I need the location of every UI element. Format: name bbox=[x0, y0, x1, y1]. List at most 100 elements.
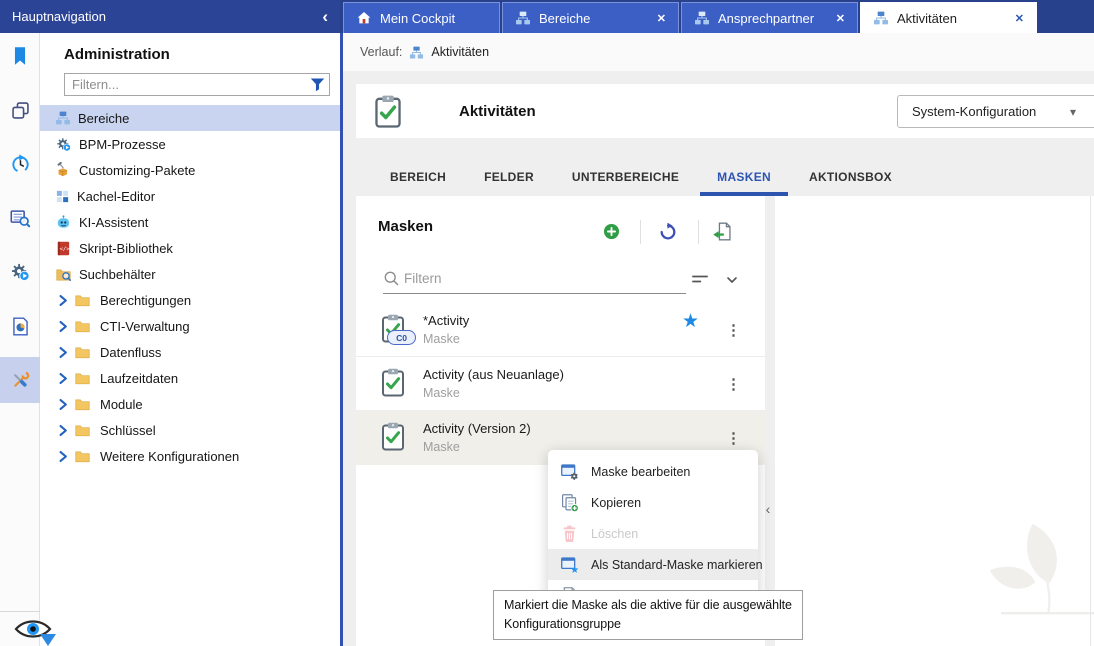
import-maske-button[interactable] bbox=[712, 221, 733, 242]
rail-admin-tools-button[interactable] bbox=[0, 357, 40, 403]
refresh-button[interactable] bbox=[658, 222, 678, 242]
chevron-down-icon bbox=[724, 272, 740, 288]
tab-aktivitaeten[interactable]: Aktivitäten ✕ bbox=[860, 2, 1037, 33]
sidebar-item-kachel-editor[interactable]: Kachel-Editor bbox=[40, 183, 340, 209]
sidebar-item-customizing-pakete[interactable]: Customizing-Pakete bbox=[40, 157, 340, 183]
folder-icon bbox=[74, 292, 91, 309]
filter-funnel-icon[interactable] bbox=[309, 76, 326, 93]
config-group-value: System-Konfiguration bbox=[912, 104, 1036, 119]
tools-icon bbox=[9, 369, 32, 392]
search-icon bbox=[383, 270, 400, 287]
sidebar-item-ki-assistent[interactable]: KI-Assistent bbox=[40, 209, 340, 235]
tab-label: MASKEN bbox=[717, 170, 771, 184]
rail-bookmarks-button[interactable] bbox=[0, 33, 40, 79]
sidebar-folder-schluessel[interactable]: Schlüssel bbox=[40, 417, 340, 443]
menu-item-kopieren[interactable]: Kopieren bbox=[548, 487, 758, 518]
entity-tab-strip: BEREICH FELDER UNTERBEREICHE MASKEN AKTI… bbox=[356, 158, 911, 196]
tab-bereich[interactable]: BEREICH bbox=[371, 158, 465, 196]
admin-sidebar: Administration Bereiche bbox=[40, 33, 343, 646]
form-edit-icon bbox=[560, 462, 579, 481]
rail-report-button[interactable] bbox=[0, 303, 40, 349]
code-book-icon: </> bbox=[55, 240, 72, 257]
row-menu-icon[interactable]: ⋮ bbox=[720, 303, 747, 356]
row-menu-icon[interactable]: ⋮ bbox=[720, 357, 747, 410]
tab-unterbereiche[interactable]: UNTERBEREICHE bbox=[553, 158, 698, 196]
folder-icon bbox=[74, 344, 91, 361]
menu-item-label: Maske bearbeiten bbox=[591, 465, 690, 479]
nav-panel-title: Hauptnavigation bbox=[12, 9, 106, 24]
filter-underline bbox=[383, 293, 686, 294]
org-chart-icon bbox=[873, 10, 889, 26]
tab-bereiche[interactable]: Bereiche ✕ bbox=[502, 2, 679, 33]
sidebar-item-label: Skript-Bibliothek bbox=[79, 241, 173, 256]
sort-button[interactable] bbox=[690, 269, 710, 289]
rail-windows-button[interactable] bbox=[0, 87, 40, 133]
maske-row-activity-neuanlage[interactable]: Activity (aus Neuanlage) Maske ⋮ bbox=[356, 357, 765, 411]
sidebar-folder-weitere-konfigurationen[interactable]: Weitere Konfigurationen bbox=[40, 443, 340, 469]
masken-filter-input[interactable] bbox=[404, 266, 654, 290]
tab-aktionsbox[interactable]: AKTIONSBOX bbox=[790, 158, 911, 196]
sidebar-item-skript-bibliothek[interactable]: </> Skript-Bibliothek bbox=[40, 235, 340, 261]
home-icon bbox=[356, 10, 372, 26]
menu-item-loeschen[interactable]: Löschen bbox=[548, 518, 758, 549]
sidebar-folder-datenfluss[interactable]: Datenfluss bbox=[40, 339, 340, 365]
panel-collapse-icon[interactable]: ‹ bbox=[762, 501, 774, 517]
folder-icon bbox=[74, 396, 91, 413]
menu-item-maske-bearbeiten[interactable]: Maske bearbeiten bbox=[548, 456, 758, 487]
config-group-dropdown[interactable]: System-Konfiguration ▾ bbox=[897, 95, 1094, 128]
tab-felder[interactable]: FELDER bbox=[465, 158, 553, 196]
sidebar-folder-cti-verwaltung[interactable]: CTI-Verwaltung bbox=[40, 313, 340, 339]
tab-label: Bereiche bbox=[539, 11, 590, 26]
gear-play-icon bbox=[55, 136, 72, 153]
tab-masken[interactable]: MASKEN bbox=[698, 158, 790, 196]
sidebar-item-bpm-prozesse[interactable]: BPM-Prozesse bbox=[40, 131, 340, 157]
menu-item-label: Als Standard-Maske markieren bbox=[591, 558, 763, 572]
sidebar-folder-module[interactable]: Module bbox=[40, 391, 340, 417]
maske-title: Activity (aus Neuanlage) bbox=[423, 367, 564, 382]
sidebar-folder-label: Module bbox=[100, 397, 143, 412]
org-chart-icon bbox=[515, 10, 531, 26]
bookmark-icon bbox=[9, 45, 31, 67]
report-doc-icon bbox=[10, 316, 31, 337]
org-chart-icon bbox=[409, 45, 424, 60]
tab-mein-cockpit[interactable]: Mein Cockpit bbox=[343, 2, 500, 33]
collapse-nav-icon[interactable]: ‹ bbox=[322, 8, 328, 25]
tab-label: FELDER bbox=[484, 170, 534, 184]
preview-eye-icon[interactable] bbox=[14, 616, 60, 646]
sidebar-item-suchbehaelter[interactable]: Suchbehälter bbox=[40, 261, 340, 287]
sidebar-folder-label: Datenfluss bbox=[100, 345, 161, 360]
breadcrumb-item[interactable]: Aktivitäten bbox=[431, 45, 489, 59]
toolbar-divider bbox=[698, 220, 699, 244]
menu-item-als-standard-maske-markieren[interactable]: Als Standard-Maske markieren bbox=[548, 549, 758, 580]
sidebar-filter-input[interactable] bbox=[65, 77, 309, 92]
folder-icon bbox=[74, 370, 91, 387]
maske-title: *Activity bbox=[423, 313, 469, 328]
nav-panel-header: Hauptnavigation ‹ bbox=[0, 0, 340, 33]
clipboard-check-icon bbox=[380, 421, 406, 452]
org-chart-icon bbox=[694, 10, 710, 26]
sidebar-folder-laufzeitdaten[interactable]: Laufzeitdaten bbox=[40, 365, 340, 391]
menu-item-label: Kopieren bbox=[591, 496, 641, 510]
close-tab-icon[interactable]: ✕ bbox=[836, 12, 845, 25]
filter-options-button[interactable] bbox=[724, 272, 740, 288]
sidebar-item-label: BPM-Prozesse bbox=[79, 137, 166, 152]
entity-header-card: Aktivitäten System-Konfiguration ▾ bbox=[356, 84, 1094, 138]
sidebar-folder-berechtigungen[interactable]: Berechtigungen bbox=[40, 287, 340, 313]
maske-row-activity[interactable]: C0 *Activity Maske ★ ⋮ bbox=[356, 303, 765, 357]
eye-sync-icon bbox=[14, 616, 60, 646]
rail-search-list-button[interactable] bbox=[0, 195, 40, 241]
tab-ansprechpartner[interactable]: Ansprechpartner ✕ bbox=[681, 2, 858, 33]
tiles-icon bbox=[55, 189, 70, 204]
rail-history-button[interactable] bbox=[0, 141, 40, 187]
config-badge: C0 bbox=[387, 330, 416, 345]
tab-label: Ansprechpartner bbox=[718, 11, 814, 26]
robot-icon bbox=[55, 214, 72, 231]
add-maske-button[interactable] bbox=[602, 222, 621, 241]
rail-bpm-button[interactable] bbox=[0, 249, 40, 295]
sidebar-item-bereiche[interactable]: Bereiche bbox=[40, 105, 340, 131]
tooltip-line-2: Konfigurationsgruppe bbox=[504, 615, 792, 634]
default-star-icon[interactable]: ★ bbox=[682, 310, 699, 333]
clipboard-check-icon bbox=[373, 94, 403, 129]
close-tab-icon[interactable]: ✕ bbox=[657, 12, 666, 25]
close-tab-icon[interactable]: ✕ bbox=[1015, 12, 1024, 25]
